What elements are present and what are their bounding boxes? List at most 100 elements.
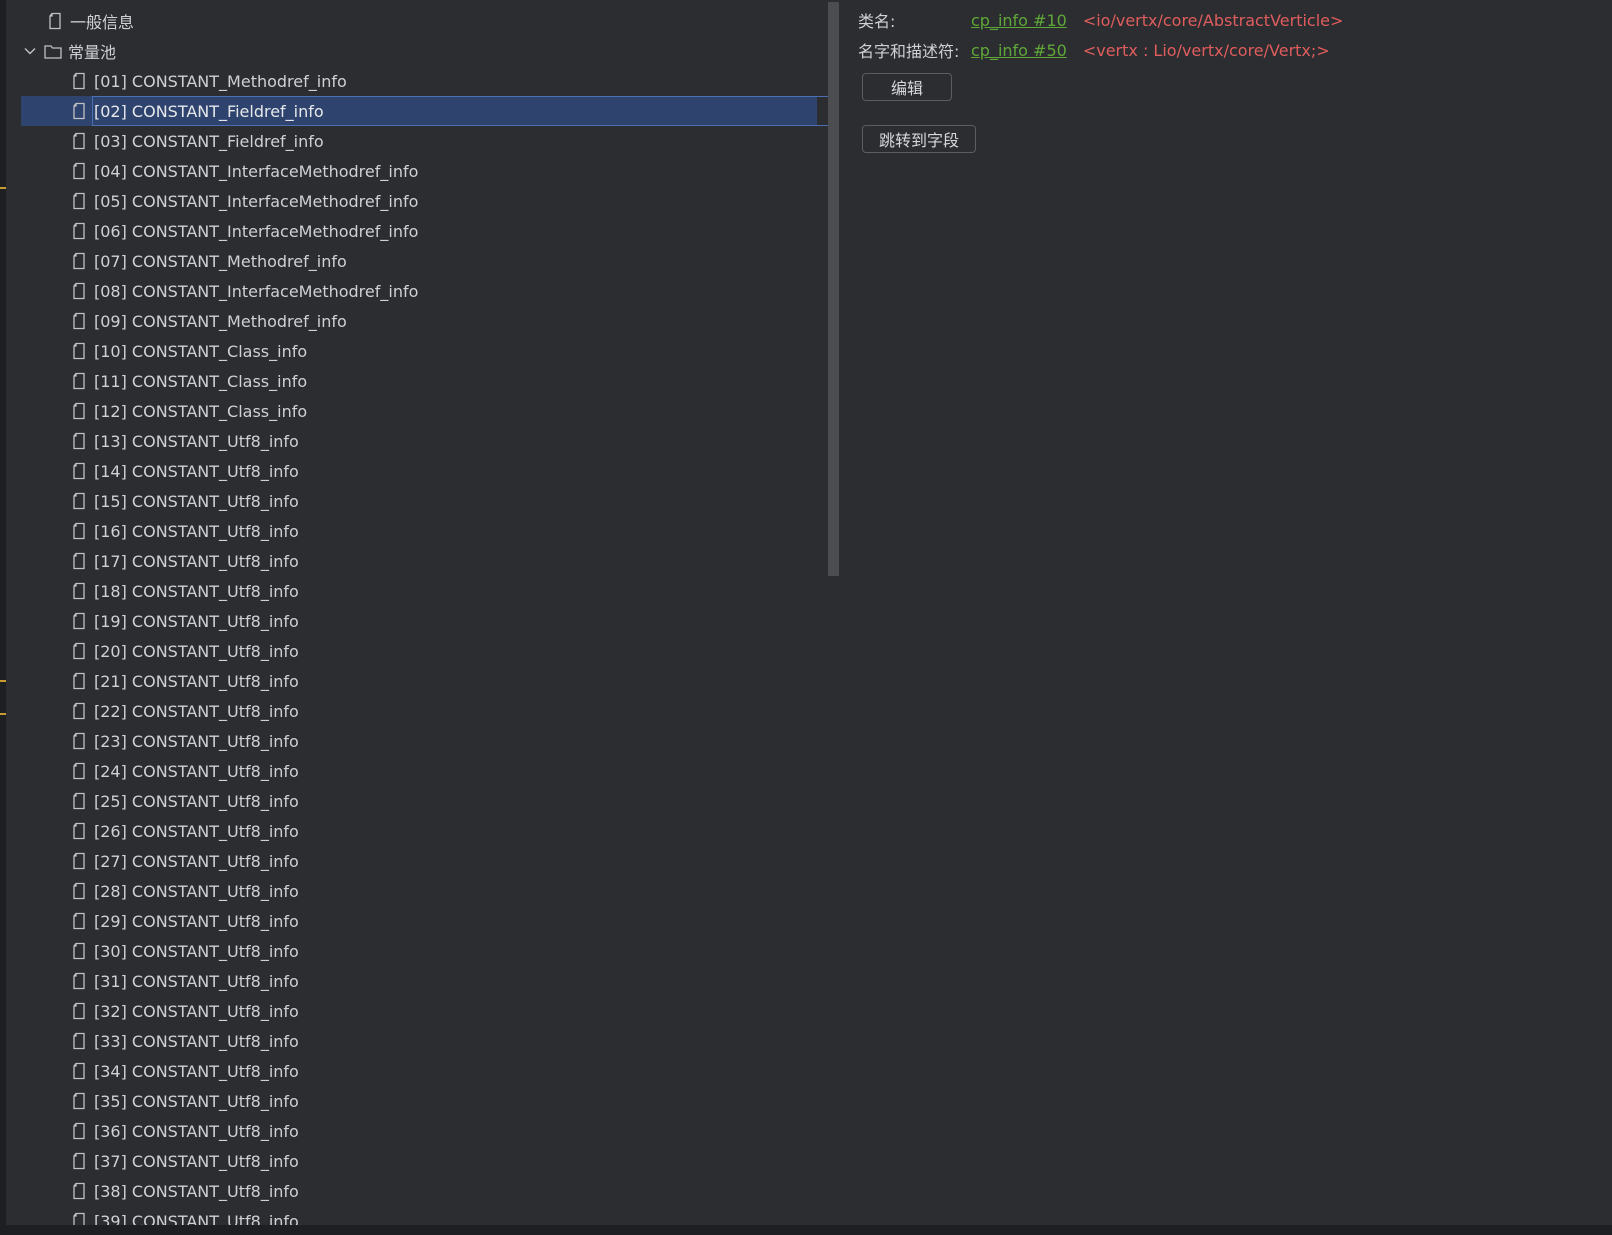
class-cp-link[interactable]: cp_info #10 [971, 11, 1067, 30]
tree-item-constant[interactable]: [26] CONSTANT_Utf8_info [6, 816, 299, 846]
tree-item-label: [02] CONSTANT_Fieldref_info [94, 101, 324, 121]
tree-scrollbar[interactable] [828, 2, 839, 576]
file-icon [70, 372, 88, 390]
tree-item-constant[interactable]: [17] CONSTANT_Utf8_info [6, 546, 299, 576]
tree-item-constant[interactable]: [05] CONSTANT_InterfaceMethodref_info [6, 186, 418, 216]
tree-item-constant[interactable]: [22] CONSTANT_Utf8_info [6, 696, 299, 726]
tree-item-label: [14] CONSTANT_Utf8_info [94, 461, 299, 481]
file-icon [70, 912, 88, 930]
tree-item-label: [33] CONSTANT_Utf8_info [94, 1031, 299, 1051]
tree-item-label: [05] CONSTANT_InterfaceMethodref_info [94, 191, 419, 211]
tree-item-constant[interactable]: [35] CONSTANT_Utf8_info [6, 1086, 299, 1116]
tree-item-label: [34] CONSTANT_Utf8_info [94, 1061, 299, 1081]
file-icon [70, 1212, 88, 1225]
tree-item-constant[interactable]: [27] CONSTANT_Utf8_info [6, 846, 299, 876]
tree-item-label: [11] CONSTANT_Class_info [94, 371, 308, 391]
tree-item-general-info[interactable]: 一般信息 [46, 6, 134, 36]
tree-item-label: [17] CONSTANT_Utf8_info [94, 551, 299, 571]
tree-item-constant[interactable]: [24] CONSTANT_Utf8_info [6, 756, 299, 786]
tree-item-constant[interactable]: [29] CONSTANT_Utf8_info [6, 906, 299, 936]
tree-item-label: [16] CONSTANT_Utf8_info [94, 521, 299, 541]
file-icon [70, 462, 88, 480]
file-icon [70, 162, 88, 180]
file-icon [46, 12, 64, 30]
tree-item-constant[interactable]: [32] CONSTANT_Utf8_info [6, 996, 299, 1026]
file-icon [70, 342, 88, 360]
tree-item-constant[interactable]: [30] CONSTANT_Utf8_info [6, 936, 299, 966]
tree-item-constant-pool[interactable]: 常量池 [22, 36, 116, 66]
tree-item-constant[interactable]: [15] CONSTANT_Utf8_info [6, 486, 299, 516]
chevron-down-icon[interactable] [22, 43, 38, 59]
name-and-type-value: <vertx : Lio/vertx/core/Vertx;> [1082, 40, 1330, 60]
tree-item-constant[interactable]: [37] CONSTANT_Utf8_info [6, 1146, 299, 1176]
file-icon [70, 492, 88, 510]
tree-item-constant[interactable]: [28] CONSTANT_Utf8_info [6, 876, 299, 906]
tree-item-constant[interactable]: [14] CONSTANT_Utf8_info [6, 456, 299, 486]
name-and-type-cp-link[interactable]: cp_info #50 [971, 41, 1067, 60]
tree-item-label: [35] CONSTANT_Utf8_info [94, 1091, 299, 1111]
file-icon [70, 312, 88, 330]
class-name-row: 类名: cp_info #10 <io/vertx/core/AbstractV… [858, 9, 1344, 32]
tree-item-constant[interactable]: [25] CONSTANT_Utf8_info [6, 786, 299, 816]
tree-item-constant[interactable]: [31] CONSTANT_Utf8_info [6, 966, 299, 996]
file-icon [70, 402, 88, 420]
tree-item-constant[interactable]: [04] CONSTANT_InterfaceMethodref_info [6, 156, 418, 186]
tree-item-label: [28] CONSTANT_Utf8_info [94, 881, 299, 901]
tree-item-label: [25] CONSTANT_Utf8_info [94, 791, 299, 811]
tree-item-label: [10] CONSTANT_Class_info [94, 341, 308, 361]
tree-item-constant[interactable]: [03] CONSTANT_Fieldref_info [6, 126, 324, 156]
tree-item-constant[interactable]: [33] CONSTANT_Utf8_info [6, 1026, 299, 1056]
tree-item-constant[interactable]: [16] CONSTANT_Utf8_info [6, 516, 299, 546]
tree-item-constant[interactable]: [10] CONSTANT_Class_info [6, 336, 307, 366]
file-icon [70, 942, 88, 960]
edit-button[interactable]: 编辑 [862, 73, 952, 101]
tree-item-constant[interactable]: [08] CONSTANT_InterfaceMethodref_info [6, 276, 418, 306]
tree-item-constant[interactable]: [13] CONSTANT_Utf8_info [6, 426, 299, 456]
file-icon [70, 1002, 88, 1020]
tree-item-label: [20] CONSTANT_Utf8_info [94, 641, 299, 661]
file-icon [70, 732, 88, 750]
file-icon [70, 552, 88, 570]
tree-item-label: [39] CONSTANT_Utf8_info [94, 1211, 299, 1226]
tree-item-constant[interactable]: [38] CONSTANT_Utf8_info [6, 1176, 299, 1206]
tree-item-constant[interactable]: [19] CONSTANT_Utf8_info [6, 606, 299, 636]
file-icon [70, 762, 88, 780]
tree-item-constant[interactable]: [20] CONSTANT_Utf8_info [6, 636, 299, 666]
file-icon [70, 1062, 88, 1080]
tree-item-constant[interactable]: [23] CONSTANT_Utf8_info [6, 726, 299, 756]
tree-item-constant[interactable]: [34] CONSTANT_Utf8_info [6, 1056, 299, 1086]
tree-item-constant[interactable]: [06] CONSTANT_InterfaceMethodref_info [6, 216, 418, 246]
tree-item-constant[interactable]: [01] CONSTANT_Methodref_info [6, 66, 347, 96]
class-name-value: <io/vertx/core/AbstractVerticle> [1082, 10, 1344, 30]
file-icon [70, 702, 88, 720]
file-icon [70, 1182, 88, 1200]
class-structure-tree[interactable]: 一般信息 常量池 [01] CONSTANT_Methodref_info [02… [6, 0, 832, 1225]
tree-item-constant[interactable]: [36] CONSTANT_Utf8_info [6, 1116, 299, 1146]
tree-item-label: [07] CONSTANT_Methodref_info [94, 251, 347, 271]
tree-item-label: [15] CONSTANT_Utf8_info [94, 491, 299, 511]
goto-field-button[interactable]: 跳转到字段 [862, 125, 976, 153]
tree-item-label: [31] CONSTANT_Utf8_info [94, 971, 299, 991]
file-icon [70, 642, 88, 660]
file-icon [70, 222, 88, 240]
file-icon [70, 822, 88, 840]
tree-item-constant[interactable]: [11] CONSTANT_Class_info [6, 366, 307, 396]
tree-item-label: [19] CONSTANT_Utf8_info [94, 611, 299, 631]
file-icon [70, 1122, 88, 1140]
tree-item-constant[interactable]: [12] CONSTANT_Class_info [6, 396, 307, 426]
tree-item-constant[interactable]: [39] CONSTANT_Utf8_info [6, 1206, 299, 1225]
status-strip [0, 1225, 1612, 1235]
tree-item-label: [18] CONSTANT_Utf8_info [94, 581, 299, 601]
tree-item-constant[interactable]: [18] CONSTANT_Utf8_info [6, 576, 299, 606]
tree-item-label: [13] CONSTANT_Utf8_info [94, 431, 299, 451]
file-icon [70, 1032, 88, 1050]
tree-item-constant[interactable]: [07] CONSTANT_Methodref_info [6, 246, 347, 276]
file-icon [70, 672, 88, 690]
tree-item-constant[interactable]: [09] CONSTANT_Methodref_info [6, 306, 347, 336]
tree-item-constant[interactable]: [02] CONSTANT_Fieldref_info [6, 96, 832, 126]
tree-item-constant[interactable]: [21] CONSTANT_Utf8_info [6, 666, 299, 696]
file-icon [70, 72, 88, 90]
file-icon [70, 1092, 88, 1110]
tree-item-label: [08] CONSTANT_InterfaceMethodref_info [94, 281, 419, 301]
tree-item-label: [01] CONSTANT_Methodref_info [94, 71, 347, 91]
